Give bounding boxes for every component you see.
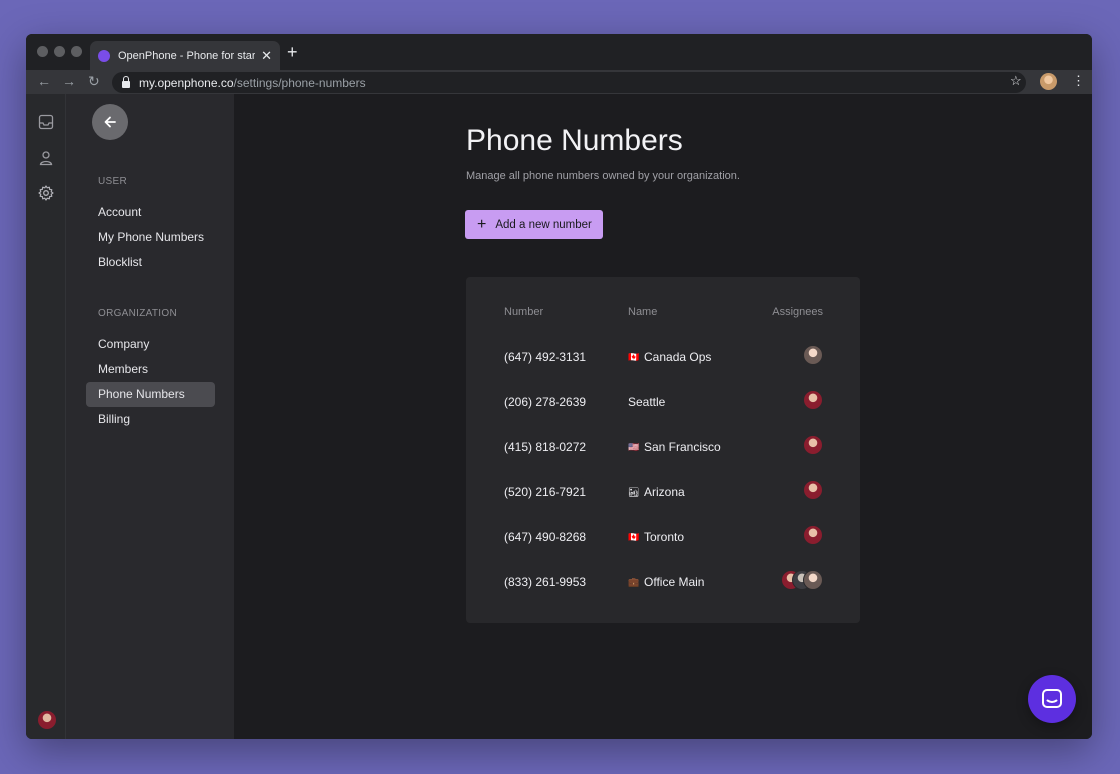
openphone-favicon-icon: [98, 49, 110, 62]
app: USER Account My Phone Numbers Blocklist …: [26, 94, 1092, 739]
table-row[interactable]: (206) 278-2639 Seattle: [466, 379, 860, 424]
new-tab-icon[interactable]: +: [287, 43, 298, 61]
number-name: Seattle: [628, 395, 665, 409]
assignee-avatar[interactable]: [803, 570, 823, 590]
number-name-text: Canada Ops: [644, 350, 712, 364]
assignee-avatar[interactable]: [803, 345, 823, 365]
table-row[interactable]: (833) 261-9953 💼 Office Main: [466, 559, 860, 604]
lock-icon: [122, 75, 130, 88]
assignee-avatar[interactable]: [803, 525, 823, 545]
assignees: [803, 390, 823, 410]
number-name-text: Seattle: [628, 395, 666, 409]
phone-number: (206) 278-2639: [504, 395, 587, 409]
sidebar-item-phone-numbers[interactable]: Phone Numbers: [86, 382, 215, 407]
url-input[interactable]: my.openphone.co/settings/phone-numbers: [112, 72, 1026, 93]
flag-icon: 🏜: [628, 486, 640, 497]
number-name-text: Toronto: [644, 530, 685, 544]
reload-icon[interactable]: ↻: [88, 73, 100, 89]
number-name-text: Office Main: [644, 575, 705, 589]
close-tab-icon[interactable]: ✕: [261, 49, 272, 62]
number-name: 🇺🇸 San Francisco: [628, 440, 721, 454]
section-label-user: USER: [98, 176, 127, 187]
table-row[interactable]: (647) 492-3131 🇨🇦 Canada Ops: [466, 334, 860, 379]
browser-window: OpenPhone - Phone for startups ✕ + ← → ↻…: [26, 34, 1092, 739]
add-number-button[interactable]: + Add a new number: [465, 210, 603, 239]
plus-icon: +: [477, 215, 487, 233]
tab-title: OpenPhone - Phone for startups: [118, 49, 256, 62]
user-avatar[interactable]: [38, 711, 56, 729]
back-arrow-icon[interactable]: ←: [37, 73, 51, 89]
number-name: 🏜 Arizona: [628, 485, 685, 499]
column-header-number: Number: [504, 306, 544, 318]
flag-icon: 🇨🇦: [628, 351, 640, 362]
table-row[interactable]: (647) 490-8268 🇨🇦 Toronto: [466, 514, 860, 559]
phone-number: (647) 490-8268: [504, 530, 587, 544]
sidebar-item-my-phone-numbers[interactable]: My Phone Numbers: [86, 225, 215, 250]
close-window-icon[interactable]: [37, 46, 48, 57]
number-name-text: Arizona: [644, 485, 685, 499]
assignees: [803, 435, 823, 455]
section-label-organization: ORGANIZATION: [98, 308, 177, 319]
sidebar-item-members[interactable]: Members: [86, 357, 215, 382]
assignees: [803, 480, 823, 500]
number-name-text: San Francisco: [644, 440, 721, 454]
settings-gear-icon[interactable]: [38, 185, 54, 201]
phone-number: (520) 216-7921: [504, 485, 587, 499]
number-name: 💼 Office Main: [628, 575, 704, 589]
page-title: Phone Numbers: [466, 124, 683, 157]
window-controls: [37, 46, 82, 57]
address-bar: ← → ↻ my.openphone.co/settings/phone-num…: [26, 70, 1092, 94]
chat-launcher-button[interactable]: [1028, 675, 1076, 723]
assignee-avatar[interactable]: [803, 480, 823, 500]
profile-avatar[interactable]: [1040, 73, 1057, 90]
icon-rail: [26, 94, 66, 739]
contacts-icon[interactable]: [38, 150, 54, 166]
phone-number: (647) 492-3131: [504, 350, 587, 364]
settings-sidebar: USER Account My Phone Numbers Blocklist …: [66, 94, 234, 739]
table-row[interactable]: (520) 216-7921 🏜 Arizona: [466, 469, 860, 514]
assignees: [803, 525, 823, 545]
browser-menu-icon[interactable]: ⋮: [1072, 73, 1085, 89]
maximize-window-icon[interactable]: [71, 46, 82, 57]
assignee-avatar[interactable]: [803, 435, 823, 455]
chat-icon: [1042, 689, 1062, 708]
browser-tab[interactable]: OpenPhone - Phone for startups ✕: [90, 41, 280, 70]
phone-numbers-table: Number Name Assignees (647) 492-3131 🇨🇦 Ca…: [466, 277, 860, 623]
add-number-button-label: Add a new number: [495, 218, 592, 231]
assignee-avatar[interactable]: [803, 390, 823, 410]
sidebar-item-billing[interactable]: Billing: [86, 407, 215, 432]
phone-number: (833) 261-9953: [504, 575, 587, 589]
back-button[interactable]: [92, 104, 128, 140]
forward-arrow-icon[interactable]: →: [62, 73, 76, 89]
flag-icon: 🇺🇸: [628, 441, 640, 452]
bookmark-star-icon[interactable]: ☆: [1010, 73, 1022, 89]
phone-number: (415) 818-0272: [504, 440, 587, 454]
flag-icon: 💼: [628, 576, 640, 587]
number-name: 🇨🇦 Canada Ops: [628, 350, 711, 364]
sidebar-item-account[interactable]: Account: [86, 200, 215, 225]
column-header-assignees: Assignees: [772, 306, 823, 318]
tab-bar: OpenPhone - Phone for startups ✕ +: [26, 34, 1092, 70]
sidebar-item-company[interactable]: Company: [86, 332, 215, 357]
assignees: [781, 570, 823, 590]
arrow-left-icon: [104, 116, 116, 128]
table-row[interactable]: (415) 818-0272 🇺🇸 San Francisco: [466, 424, 860, 469]
minimize-window-icon[interactable]: [54, 46, 65, 57]
inbox-icon[interactable]: [38, 114, 54, 130]
sidebar-item-blocklist[interactable]: Blocklist: [86, 250, 215, 275]
main-content: Phone Numbers Manage all phone numbers o…: [234, 94, 1092, 739]
url-path: /settings/phone-numbers: [233, 75, 366, 90]
url-host: my.openphone.co: [139, 75, 234, 90]
column-header-name: Name: [628, 306, 658, 318]
assignees: [803, 345, 823, 365]
number-name: 🇨🇦 Toronto: [628, 530, 684, 544]
flag-icon: 🇨🇦: [628, 531, 640, 542]
page-subtitle: Manage all phone numbers owned by your o…: [466, 170, 740, 182]
